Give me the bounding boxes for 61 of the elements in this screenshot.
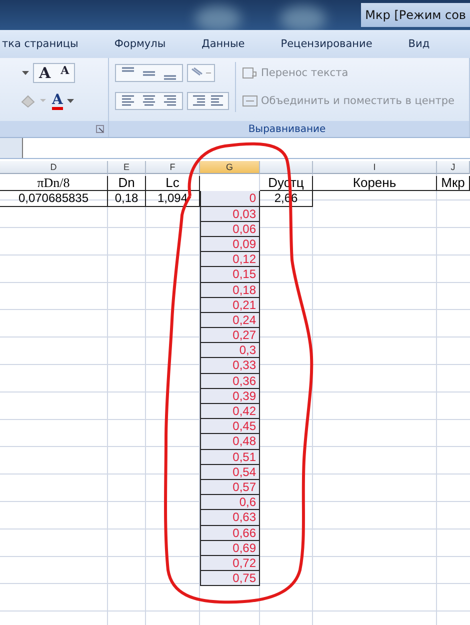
table-cell: 0,42 — [200, 404, 260, 420]
table-cell: 0,69 — [200, 540, 260, 556]
column-header[interactable]: F — [146, 161, 200, 174]
table-cell: 0,27 — [200, 328, 260, 344]
table-cell: 0,51 — [200, 450, 260, 465]
table-cell: 0,72 — [200, 556, 260, 572]
table-cell: 0,36 — [200, 374, 260, 389]
table-cell: 0,24 — [200, 312, 260, 328]
table-cell: 0,48 — [200, 434, 260, 450]
table-cell: Lc — [146, 176, 200, 192]
column-header[interactable]: D — [0, 161, 108, 174]
column-header[interactable]: J — [437, 161, 470, 174]
table-cell: 0,6 — [200, 495, 260, 510]
table-cell: 0,63 — [200, 510, 260, 526]
table-cell: 0,21 — [200, 298, 260, 313]
group-label: Выравнивание — [248, 124, 326, 134]
table-cell: 0,54 — [200, 464, 260, 480]
caret-icon[interactable] — [66, 99, 74, 103]
window-title: Мкр [Режим сов — [361, 3, 470, 27]
table-cell: 0,03 — [200, 206, 260, 222]
table-cell: 0,57 — [200, 480, 260, 496]
title-bar-glow — [280, 6, 326, 30]
table-cell: 0,45 — [200, 419, 260, 434]
grow-font-button[interactable]: A — [34, 64, 56, 82]
table-cell: 0,06 — [200, 222, 260, 237]
table-cell: 0,3 — [200, 343, 260, 358]
table-cell: 0,09 — [200, 236, 260, 252]
table-cell: 0,12 — [200, 252, 260, 268]
caret-icon[interactable] — [22, 71, 29, 75]
table-cell: Корень — [313, 176, 437, 192]
ribbon-tab[interactable]: тка страницы — [2, 38, 78, 50]
dialog-launcher-icon[interactable] — [96, 125, 104, 133]
vertical-align-icon[interactable] — [115, 64, 183, 82]
table-cell: 0,39 — [200, 388, 260, 404]
indent-icon[interactable] — [187, 92, 229, 110]
table-cell: 0,070685835 — [0, 191, 108, 207]
orientation-icon[interactable] — [187, 64, 215, 82]
wrap-text-icon — [242, 66, 258, 80]
table-cell: Мкр — [437, 176, 470, 192]
shrink-font-button[interactable]: A — [56, 64, 74, 82]
column-header[interactable]: G — [200, 161, 260, 174]
merge-cells-icon — [242, 94, 258, 108]
table-cell: 0 — [200, 191, 260, 207]
table-cell: 0,18 — [200, 282, 260, 298]
table-cell: 0,18 — [108, 191, 146, 207]
ribbon-tab[interactable]: Данные — [202, 38, 245, 50]
table-cell: 0,15 — [200, 267, 260, 282]
table-cell: 0,33 — [200, 358, 260, 374]
horizontal-align-icon[interactable] — [115, 92, 183, 110]
ribbon-tab[interactable]: Вид — [408, 38, 430, 50]
ribbon-tab[interactable]: Рецензирование — [280, 38, 372, 50]
font-color-button[interactable]: A — [52, 92, 63, 110]
column-header[interactable]: E — [108, 161, 146, 174]
title-bar-glow — [195, 6, 241, 30]
table-cell: 0,66 — [200, 526, 260, 541]
table-cell: πDn/8 — [0, 176, 108, 192]
table-cell: Dn — [108, 176, 146, 192]
ribbon-tab[interactable]: Формулы — [114, 38, 166, 50]
column-header[interactable] — [260, 161, 313, 174]
column-header[interactable]: I — [313, 161, 437, 174]
table-cell: 0,75 — [200, 571, 260, 586]
